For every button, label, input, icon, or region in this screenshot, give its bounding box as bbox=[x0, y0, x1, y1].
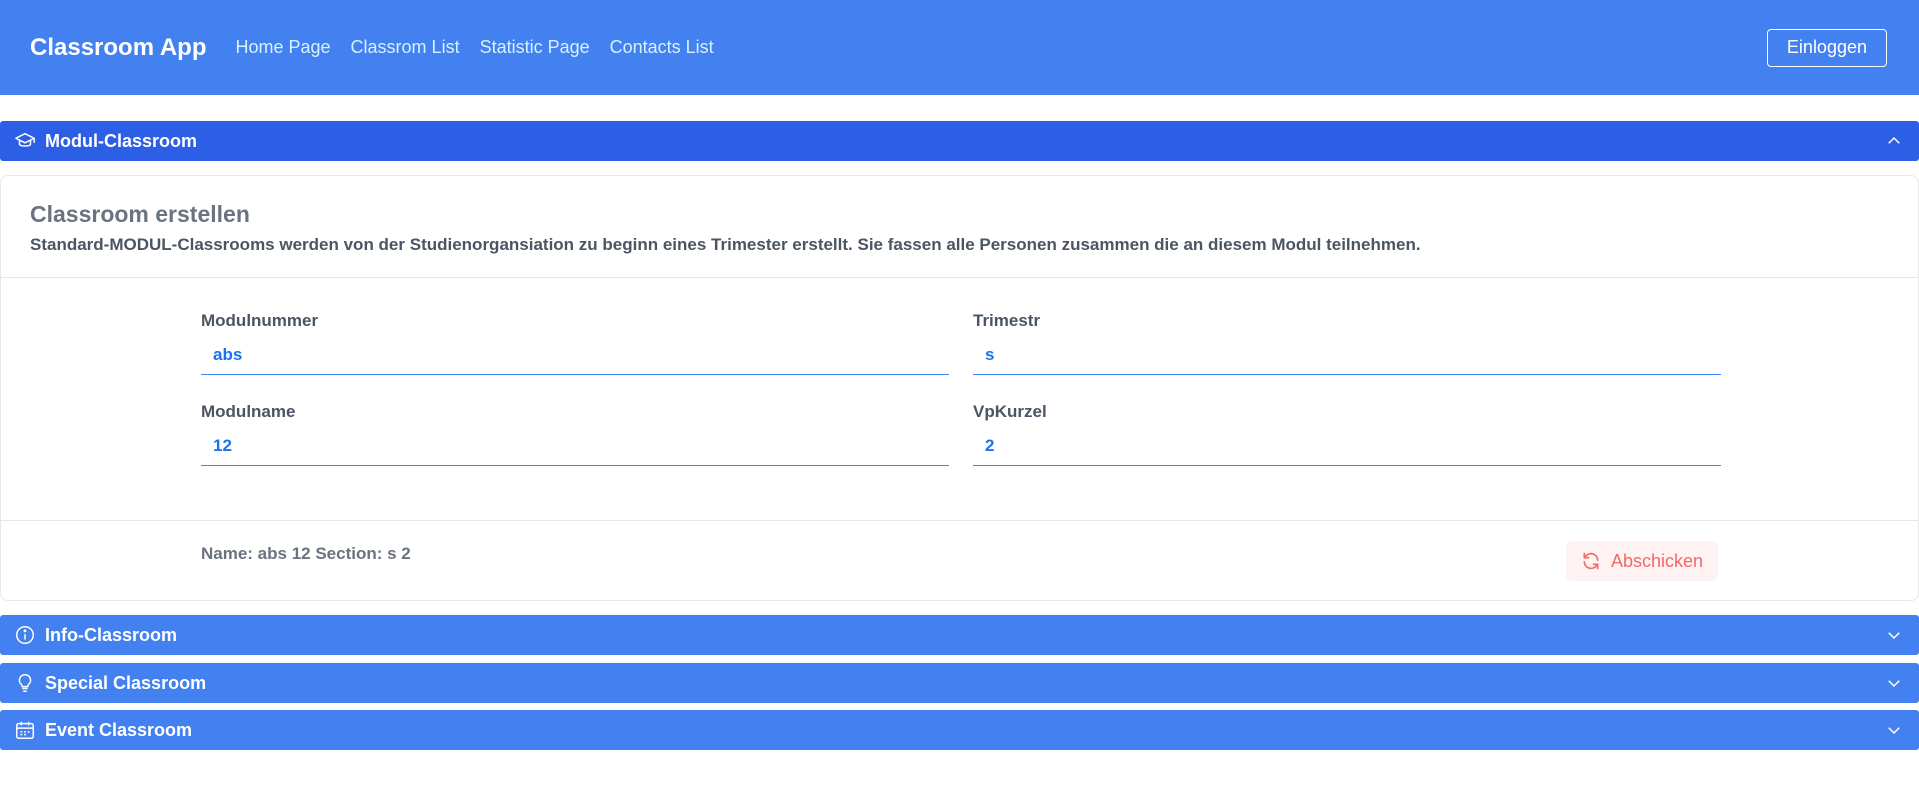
calendar-icon bbox=[14, 719, 36, 741]
panel-header: Classroom erstellen Standard-MODUL-Class… bbox=[30, 201, 1888, 255]
accordion-title: Event Classroom bbox=[45, 719, 193, 740]
nav-link-classroom-list[interactable]: Classrom List bbox=[351, 37, 460, 58]
divider bbox=[1, 520, 1918, 521]
info-circle-icon bbox=[14, 624, 36, 646]
trimestr-input[interactable] bbox=[973, 337, 1721, 375]
trimestr-label: Trimestr bbox=[973, 311, 1041, 330]
accordion-event-classroom[interactable]: Event Classroom bbox=[0, 710, 1919, 750]
graduation-cap-icon bbox=[14, 130, 36, 152]
panel-title: Classroom erstellen bbox=[30, 201, 250, 227]
top-navbar: Classroom App Home Page Classrom List St… bbox=[0, 0, 1919, 95]
refresh-icon bbox=[1583, 552, 1599, 570]
chevron-down-icon bbox=[1885, 626, 1903, 644]
chevron-up-icon bbox=[1885, 132, 1903, 150]
trimestr-field: Trimestr bbox=[973, 311, 1721, 375]
accordion-special-classroom[interactable]: Special Classroom bbox=[0, 663, 1919, 703]
lightbulb-icon bbox=[14, 672, 36, 694]
modulnummer-input[interactable] bbox=[201, 337, 949, 375]
divider bbox=[1, 277, 1918, 278]
vpkurzel-field: VpKurzel bbox=[973, 402, 1721, 466]
submit-label: Abschicken bbox=[1610, 550, 1703, 571]
accordion-title: Modul-Classroom bbox=[45, 130, 198, 151]
nav-link-statistic[interactable]: Statistic Page bbox=[480, 37, 590, 58]
modulnummer-label: Modulnummer bbox=[201, 311, 319, 330]
modulname-field: Modulname bbox=[201, 402, 949, 466]
modulname-input[interactable] bbox=[201, 428, 949, 466]
classroom-form-panel: Classroom erstellen Standard-MODUL-Class… bbox=[0, 175, 1919, 601]
chevron-down-icon bbox=[1885, 721, 1903, 739]
app-brand[interactable]: Classroom App bbox=[30, 34, 206, 62]
accordion-modul-classroom[interactable]: Modul-Classroom bbox=[0, 121, 1919, 161]
vpkurzel-label: VpKurzel bbox=[973, 402, 1047, 421]
panel-subtitle: Standard-MODUL-Classrooms werden von der… bbox=[30, 235, 1421, 254]
accordion-title: Special Classroom bbox=[45, 672, 207, 693]
chevron-down-icon bbox=[1885, 674, 1903, 692]
modulname-label: Modulname bbox=[201, 402, 296, 421]
summary-text: Name: abs 12 Section: s 2 bbox=[201, 544, 411, 563]
login-button[interactable]: Einloggen bbox=[1766, 28, 1887, 67]
vpkurzel-input[interactable] bbox=[973, 428, 1721, 466]
nav-link-contacts[interactable]: Contacts List bbox=[610, 37, 714, 58]
modulnummer-field: Modulnummer bbox=[201, 311, 949, 375]
submit-button[interactable]: Abschicken bbox=[1565, 541, 1718, 581]
nav-link-home[interactable]: Home Page bbox=[235, 37, 330, 58]
accordion-info-classroom[interactable]: Info-Classroom bbox=[0, 615, 1919, 655]
accordion-title: Info-Classroom bbox=[45, 624, 178, 645]
